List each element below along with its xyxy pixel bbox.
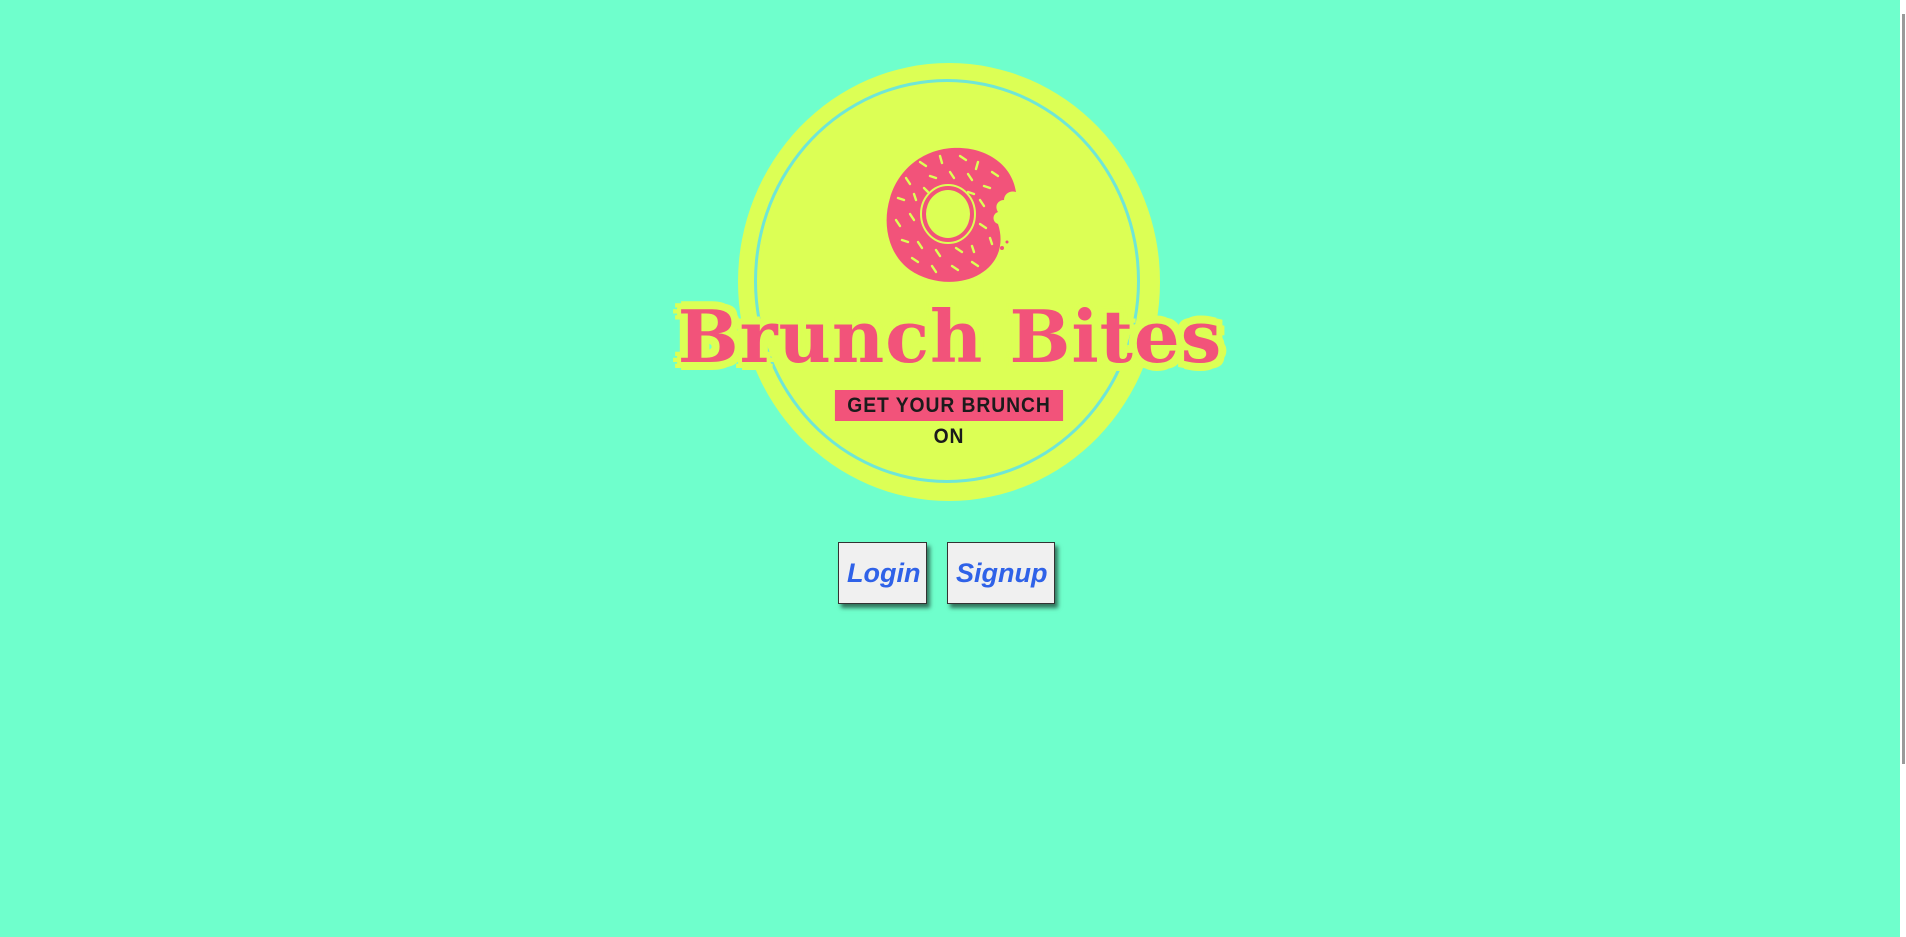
landing-page: Brunch Bites GET YOUR BRUNCH ON Login Si… — [0, 0, 1906, 937]
donut-icon — [886, 147, 1016, 282]
logo-title-wrap: Brunch Bites — [675, 292, 1225, 382]
brunch-bites-logo: Brunch Bites GET YOUR BRUNCH ON — [675, 60, 1225, 510]
signup-button[interactable]: Signup — [947, 542, 1055, 604]
logo-tagline: GET YOUR BRUNCH ON — [834, 390, 1064, 448]
scrollbar-thumb[interactable] — [1902, 14, 1905, 764]
vertical-scrollbar[interactable] — [1900, 0, 1906, 937]
auth-button-row: Login Signup — [838, 542, 1055, 604]
login-button[interactable]: Login — [838, 542, 927, 604]
logo-title: Brunch Bites — [677, 294, 1223, 379]
